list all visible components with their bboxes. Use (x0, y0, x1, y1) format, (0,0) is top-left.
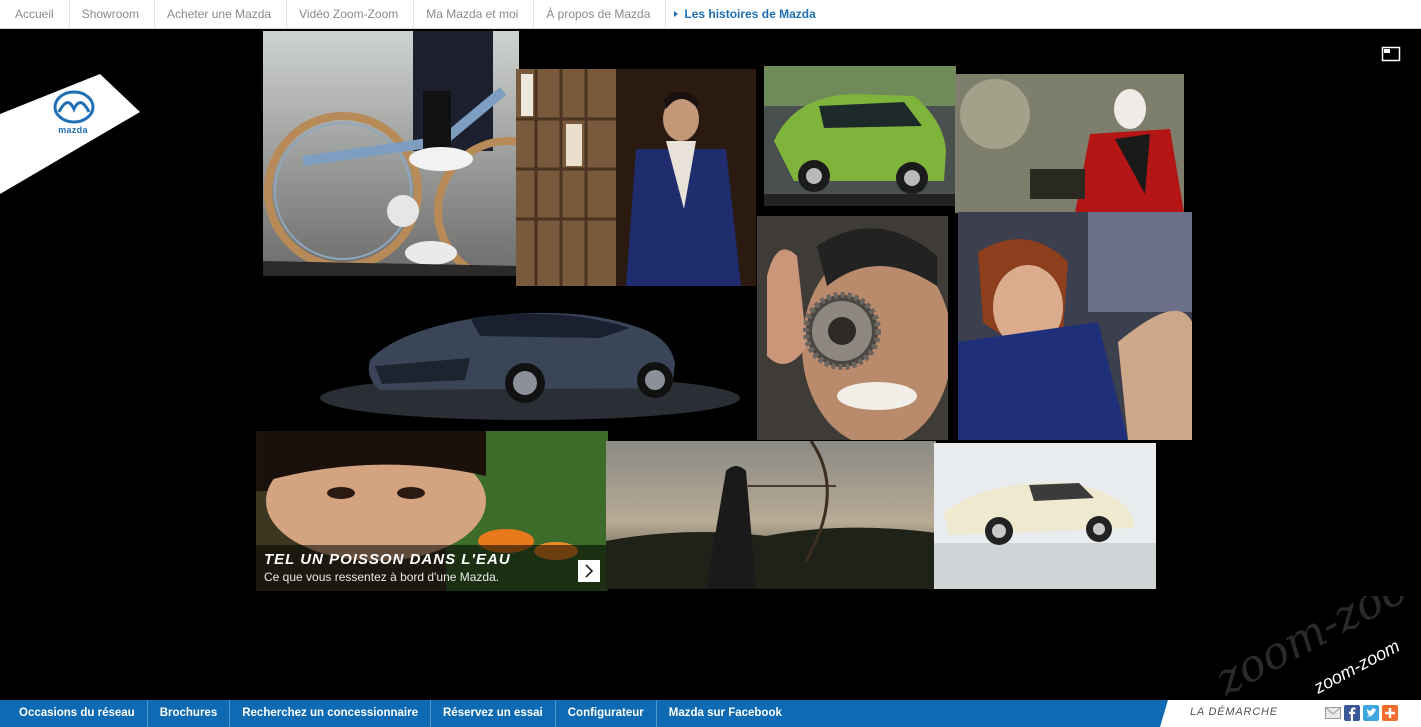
photo-tile-cosmo-sport[interactable] (934, 443, 1156, 589)
logo-wordmark: mazda (58, 125, 88, 135)
bottom-link-facebook[interactable]: Mazda sur Facebook (657, 700, 794, 727)
mazda-logo-icon (53, 90, 95, 124)
nav-item-accueil[interactable]: Accueil (3, 0, 70, 28)
photo-tile-archer[interactable] (606, 441, 936, 589)
top-navigation: Accueil Showroom Acheter une Mazda Vidéo… (0, 0, 1421, 29)
zoom-zoom-watermark: zoom-zoom zoom-zoom (1206, 596, 1421, 700)
nav-item-ma-mazda[interactable]: Ma Mazda et moi (414, 0, 535, 28)
nav-item-video[interactable]: Vidéo Zoom-Zoom (287, 0, 415, 28)
photo-tile-kimono[interactable] (516, 69, 756, 286)
feature-subtitle: Ce que vous ressentez à bord d'une Mazda… (264, 570, 500, 584)
bottom-link-essai[interactable]: Réservez un essai (431, 700, 556, 727)
nav-item-histoires[interactable]: Les histoires de Mazda (666, 0, 830, 28)
twitter-icon[interactable] (1363, 705, 1379, 721)
photo-tile-clay-modeler[interactable] (958, 212, 1192, 440)
email-icon[interactable] (1325, 705, 1341, 721)
nav-item-showroom[interactable]: Showroom (70, 0, 156, 28)
bottom-link-configurateur[interactable]: Configurateur (556, 700, 657, 727)
plus-icon[interactable] (1382, 705, 1398, 721)
bottom-link-occasions[interactable]: Occasions du réseau (7, 700, 148, 727)
nav-item-acheter[interactable]: Acheter une Mazda (155, 0, 288, 28)
photo-tile-bicycle[interactable] (263, 31, 519, 276)
facebook-icon[interactable] (1344, 705, 1360, 721)
feature-title: TEL UN POISSON DANS L'EAU (264, 551, 511, 568)
photo-tile-green-mazda2[interactable] (764, 66, 956, 206)
fullscreen-icon[interactable] (1381, 46, 1401, 62)
feature-caption: TEL UN POISSON DANS L'EAU Ce que vous re… (256, 545, 608, 591)
mazda-logo-link[interactable]: mazda (0, 74, 140, 194)
svg-text:zoom-zoom: zoom-zoom (1206, 596, 1421, 700)
photo-tile-shinari-concept[interactable] (300, 288, 764, 438)
bottom-link-concessionnaire[interactable]: Recherchez un concessionnaire (230, 700, 431, 727)
demarche-link[interactable]: LA DÉMARCHE (1190, 706, 1278, 718)
nav-item-a-propos[interactable]: À propos de Mazda (534, 0, 667, 28)
photo-tile-gear-man[interactable] (757, 216, 948, 440)
bottom-link-brochures[interactable]: Brochures (148, 700, 231, 727)
share-icons (1325, 705, 1398, 721)
chevron-right-icon[interactable] (578, 560, 600, 582)
photo-tile-puppet[interactable] (955, 74, 1184, 213)
svg-text:zoom-zoom: zoom-zoom (1310, 636, 1403, 698)
